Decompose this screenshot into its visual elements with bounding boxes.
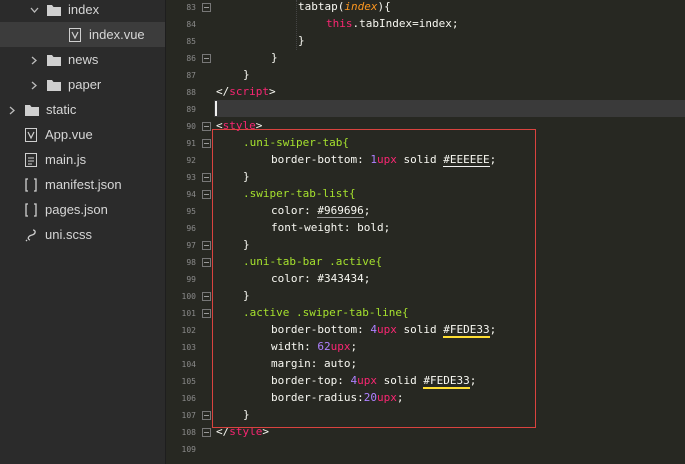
code-token: this	[326, 17, 353, 30]
js-file-icon	[24, 152, 38, 167]
line-number: 95	[186, 207, 196, 216]
folder-icon	[47, 53, 61, 67]
chevron-right-icon[interactable]	[8, 106, 16, 114]
ide-window: index index.vue news paper static App.vu…	[0, 0, 685, 464]
vue-file-icon	[24, 127, 38, 142]
line-number: 96	[186, 224, 196, 233]
scss-file-icon	[24, 228, 38, 242]
line-number: 91	[186, 139, 196, 148]
line-number: 89	[186, 105, 196, 114]
line-number: 84	[186, 20, 196, 29]
fold-toggle-icon[interactable]	[202, 3, 211, 12]
line-number: 99	[186, 275, 196, 284]
code-line-85: }	[298, 34, 305, 47]
line-number: 87	[186, 71, 196, 80]
code-line-88: </script>	[216, 83, 276, 100]
code-token: index	[344, 0, 378, 13]
chevron-right-icon[interactable]	[30, 81, 38, 89]
tree-item-news[interactable]: news	[0, 47, 165, 72]
folder-icon	[47, 78, 61, 92]
json-file-icon	[24, 202, 38, 217]
line-number-gutter: 83 84 85 86 87 88 89 90 91 92 93 94 95 9…	[166, 0, 198, 464]
line-number: 85	[186, 37, 196, 46]
annotation-highlight-box	[212, 129, 536, 428]
tree-item-label: App.vue	[45, 127, 93, 142]
line-number: 107	[181, 411, 196, 420]
fold-toggle-icon[interactable]	[202, 292, 211, 301]
tree-item-label: main.js	[45, 152, 87, 167]
code-line-83: tabtap(index){	[298, 0, 391, 15]
code-line-86: }	[271, 51, 278, 64]
fold-toggle-icon[interactable]	[202, 173, 211, 182]
fold-toggle-icon[interactable]	[202, 411, 211, 420]
code-token: tabtap(	[298, 0, 345, 13]
line-number: 100	[181, 292, 196, 301]
fold-toggle-icon[interactable]	[202, 139, 211, 148]
folder-icon	[25, 103, 39, 117]
vue-file-icon	[68, 27, 82, 42]
line-number: 101	[181, 309, 196, 318]
line-number: 104	[181, 360, 196, 369]
code-token: .tabIndex=index;	[352, 17, 459, 30]
code-token: ){	[377, 0, 391, 13]
line-number: 94	[186, 190, 196, 199]
line-number: 92	[186, 156, 196, 165]
tree-item-static[interactable]: static	[0, 97, 165, 122]
tree-item-uni-scss[interactable]: uni.scss	[0, 222, 165, 247]
line-number: 86	[186, 54, 196, 63]
fold-toggle-icon[interactable]	[202, 190, 211, 199]
line-number: 109	[181, 445, 196, 454]
line-number: 88	[186, 88, 196, 97]
tree-item-manifest-json[interactable]: manifest.json	[0, 172, 165, 197]
code-line-84: this.tabIndex=index;	[326, 15, 458, 32]
tree-item-label: uni.scss	[45, 227, 92, 242]
fold-toggle-icon[interactable]	[202, 54, 211, 63]
fold-toggle-icon[interactable]	[202, 258, 211, 267]
line-number: 93	[186, 173, 196, 182]
chevron-down-icon[interactable]	[30, 6, 39, 14]
tree-item-label: pages.json	[45, 202, 108, 217]
line-number: 103	[181, 343, 196, 352]
line-number: 108	[181, 428, 196, 437]
code-token: >	[269, 85, 276, 98]
tree-item-index[interactable]: index	[0, 0, 165, 22]
tree-item-label: manifest.json	[45, 177, 122, 192]
code-editor[interactable]: 83 84 85 86 87 88 89 90 91 92 93 94 95 9…	[166, 0, 685, 464]
code-token: </	[216, 85, 230, 98]
code-line-87: }	[243, 68, 250, 81]
fold-toggle-icon[interactable]	[202, 122, 211, 131]
tree-item-label: static	[46, 102, 77, 117]
tree-item-label: news	[68, 52, 99, 67]
tree-item-label: index	[68, 2, 100, 17]
line-number: 105	[181, 377, 196, 386]
line-number: 106	[181, 394, 196, 403]
folder-icon	[47, 3, 61, 17]
project-explorer: index index.vue news paper static App.vu…	[0, 0, 166, 464]
line-number: 90	[186, 122, 196, 131]
tree-item-app-vue[interactable]: App.vue	[0, 122, 165, 147]
tree-item-index-vue[interactable]: index.vue	[0, 22, 165, 47]
json-file-icon	[24, 177, 38, 192]
fold-toggle-icon[interactable]	[202, 309, 211, 318]
fold-toggle-icon[interactable]	[202, 428, 211, 437]
chevron-right-icon[interactable]	[30, 56, 38, 64]
fold-toggle-icon[interactable]	[202, 241, 211, 250]
tree-item-main-js[interactable]: main.js	[0, 147, 165, 172]
tree-item-label: paper	[68, 77, 102, 92]
tree-item-label: index.vue	[89, 27, 145, 42]
tree-item-paper[interactable]: paper	[0, 72, 165, 97]
code-token: script	[229, 85, 269, 98]
line-number: 97	[186, 241, 196, 250]
tree-item-pages-json[interactable]: pages.json	[0, 197, 165, 222]
line-number: 98	[186, 258, 196, 267]
line-number: 102	[181, 326, 196, 335]
line-number: 83	[186, 3, 196, 12]
